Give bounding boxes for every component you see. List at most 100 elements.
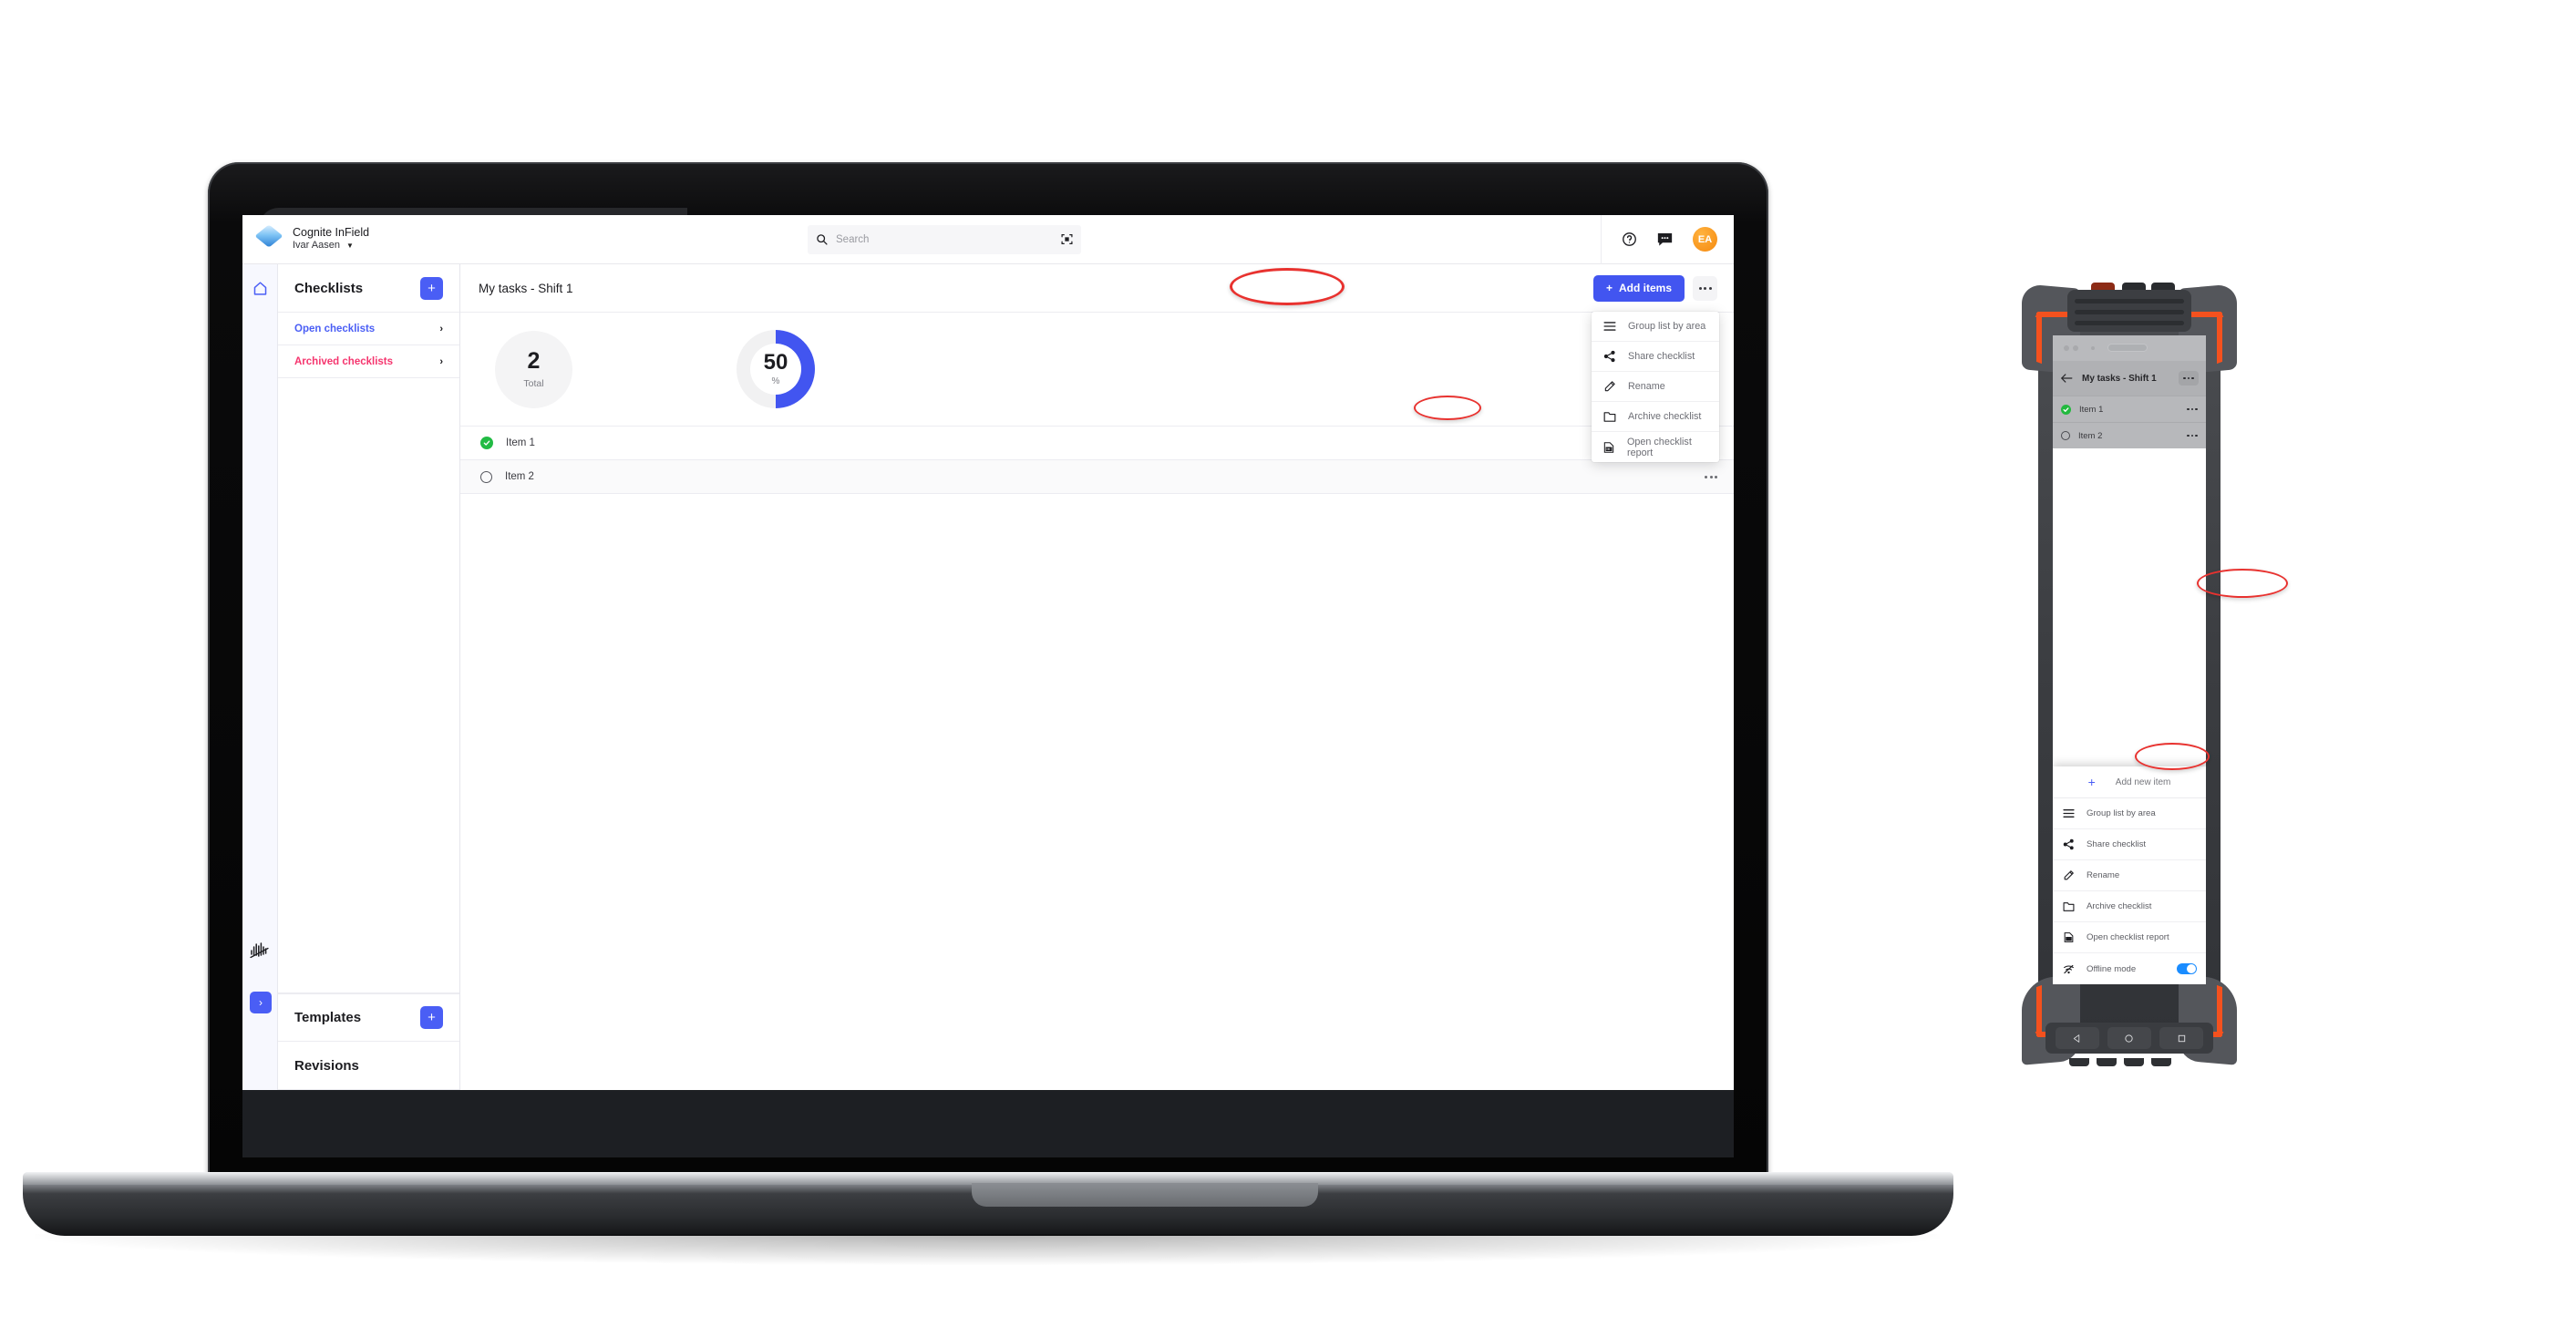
chevron-right-icon: › (439, 323, 443, 334)
search-area: Search (808, 224, 1601, 254)
chat-icon[interactable] (1657, 232, 1673, 247)
revisions-header: Revisions (278, 1042, 459, 1090)
laptop-chin (242, 1090, 1734, 1157)
phone-menu-item-share-checklist[interactable]: Share checklist (2053, 829, 2206, 860)
folder-icon (2062, 901, 2075, 912)
offline-mode-toggle[interactable] (2177, 963, 2197, 974)
chevron-down-icon[interactable]: ▼ (346, 242, 354, 251)
plus-icon: + (1605, 282, 1613, 294)
laptop-mockup: Cognite InField Ivar Aasen ▼ Search EA ›… (23, 162, 1953, 1265)
total-value: 2 (527, 347, 541, 374)
phone-menu-item-group-list-by-area[interactable]: Group list by area (2053, 798, 2206, 829)
menu-item-share-checklist[interactable]: Share checklist (1592, 342, 1719, 372)
report-icon (2062, 931, 2075, 943)
sidebar-item-open-checklists[interactable]: Open checklists › (278, 313, 459, 345)
laptop-base-notch (972, 1183, 1318, 1207)
checklist-options-menu: Group list by area Share checklist Renam… (1592, 312, 1719, 462)
infield-app: Cognite InField Ivar Aasen ▼ Search EA ›… (242, 215, 1734, 1090)
total-label: Total (523, 377, 544, 389)
nav-back-button[interactable] (2055, 1027, 2099, 1049)
percent-value: 50 (763, 350, 788, 375)
phone-list-item[interactable]: Item 1 (2053, 396, 2206, 422)
more-options-button[interactable] (1693, 275, 1717, 301)
main-panel: My tasks - Shift 1 + Add items 2 Total 5… (460, 264, 1734, 1090)
checkbox-done-icon[interactable] (480, 437, 493, 449)
back-arrow-icon[interactable] (2060, 373, 2073, 384)
home-icon[interactable] (252, 281, 268, 296)
pencil-icon (1602, 380, 1616, 393)
phone-menu-item-offline-mode[interactable]: Offline mode (2053, 953, 2206, 984)
recents-icon (2178, 1034, 2186, 1042)
brand-block[interactable]: Cognite InField Ivar Aasen ▼ (242, 224, 808, 252)
phone-accent-br (2217, 984, 2222, 1037)
table-row[interactable]: Item 2 (460, 460, 1734, 494)
add-items-button[interactable]: + Add items (1592, 274, 1685, 302)
sparkline-icon[interactable] (250, 941, 272, 961)
menu-item-label: Share checklist (1628, 351, 1695, 362)
back-icon (2074, 1034, 2080, 1043)
phone-list-item[interactable]: Item 2 (2053, 422, 2206, 448)
phone-menu-item-archive-checklist[interactable]: Archive checklist (2053, 891, 2206, 922)
table-row[interactable]: Item 1 (460, 427, 1734, 460)
revisions-title: Revisions (294, 1057, 359, 1074)
phone-mockup: My tasks - Shift 1 Item 1 Item 2 + Add n… (2020, 283, 2239, 1066)
menu-item-label: Open checklist report (1627, 436, 1692, 458)
checkbox-open-icon[interactable] (2061, 431, 2070, 440)
phone-options-sheet: + Add new item Group list by area Share … (2053, 766, 2206, 984)
phone-task-label: Item 1 (2079, 404, 2104, 415)
task-label: Item 1 (506, 437, 535, 448)
task-label: Item 2 (505, 471, 534, 482)
pencil-icon (2062, 869, 2075, 881)
checkbox-open-icon[interactable] (480, 470, 492, 483)
expand-sidebar-button[interactable]: › (250, 992, 272, 1013)
menu-item-group-list-by-area[interactable]: Group list by area (1592, 312, 1719, 342)
left-rail: › (242, 264, 278, 1090)
phone-page-title: My tasks - Shift 1 (2082, 373, 2157, 384)
phone-speaker-grill (2067, 290, 2191, 332)
nav-home-button[interactable] (2107, 1027, 2151, 1049)
header-actions: + Add items (1592, 274, 1717, 302)
screenshot-stage: Cognite InField Ivar Aasen ▼ Search EA ›… (0, 0, 2576, 1337)
sidebar-spacer (278, 378, 459, 993)
add-items-label: Add items (1618, 282, 1672, 294)
menu-item-open-checklist-report[interactable]: Open checklist report (1592, 432, 1719, 462)
phone-menu-item-label: Rename (2087, 870, 2120, 880)
phone-menu-item-open-checklist-report[interactable]: Open checklist report (2053, 922, 2206, 953)
report-icon (1602, 441, 1615, 454)
main-header: My tasks - Shift 1 + Add items (460, 264, 1734, 313)
phone-menu-item-rename[interactable]: Rename (2053, 860, 2206, 891)
phone-row-more-button[interactable] (2187, 407, 2198, 411)
chevron-right-icon: › (439, 355, 443, 367)
add-checklist-button[interactable]: + (420, 276, 443, 300)
avatar[interactable]: EA (1693, 227, 1717, 252)
menu-item-rename[interactable]: Rename (1592, 372, 1719, 402)
offline-icon (2062, 963, 2075, 975)
search-input[interactable]: Search (808, 224, 1081, 254)
phone-add-new-item-label: Add new item (2115, 776, 2171, 787)
phone-add-new-item-button[interactable]: + Add new item (2053, 766, 2206, 798)
menu-item-label: Rename (1628, 381, 1665, 392)
scan-icon[interactable] (1061, 233, 1073, 245)
search-icon (817, 234, 828, 245)
phone-accent-bl (2036, 984, 2042, 1037)
templates-title: Templates (294, 1010, 362, 1025)
sidebar-item-archived-checklists[interactable]: Archived checklists › (278, 345, 459, 378)
add-template-button[interactable]: + (420, 1006, 443, 1029)
laptop-shadow (35, 1234, 1940, 1265)
phone-row-more-button[interactable] (2187, 434, 2198, 437)
menu-item-archive-checklist[interactable]: Archive checklist (1592, 402, 1719, 432)
app-body: › Checklists + Open checklists › Archive… (242, 264, 1734, 1090)
phone-screen: My tasks - Shift 1 Item 1 Item 2 + Add n… (2053, 335, 2206, 984)
menu-item-label: Group list by area (1628, 321, 1706, 332)
home-icon (2125, 1034, 2134, 1043)
topbar-icons: EA (1601, 215, 1734, 264)
phone-more-options-button[interactable] (2179, 370, 2199, 386)
phone-menu-item-label: Archive checklist (2087, 901, 2152, 911)
page-title: My tasks - Shift 1 (479, 281, 573, 295)
help-icon[interactable] (1622, 231, 1637, 247)
nav-recents-button[interactable] (2159, 1027, 2204, 1049)
phone-menu-item-label: Share checklist (2087, 839, 2147, 849)
brand-subtitle: Ivar Aasen (293, 240, 340, 252)
row-more-button[interactable] (1705, 475, 1717, 478)
checkbox-done-icon[interactable] (2061, 404, 2071, 415)
